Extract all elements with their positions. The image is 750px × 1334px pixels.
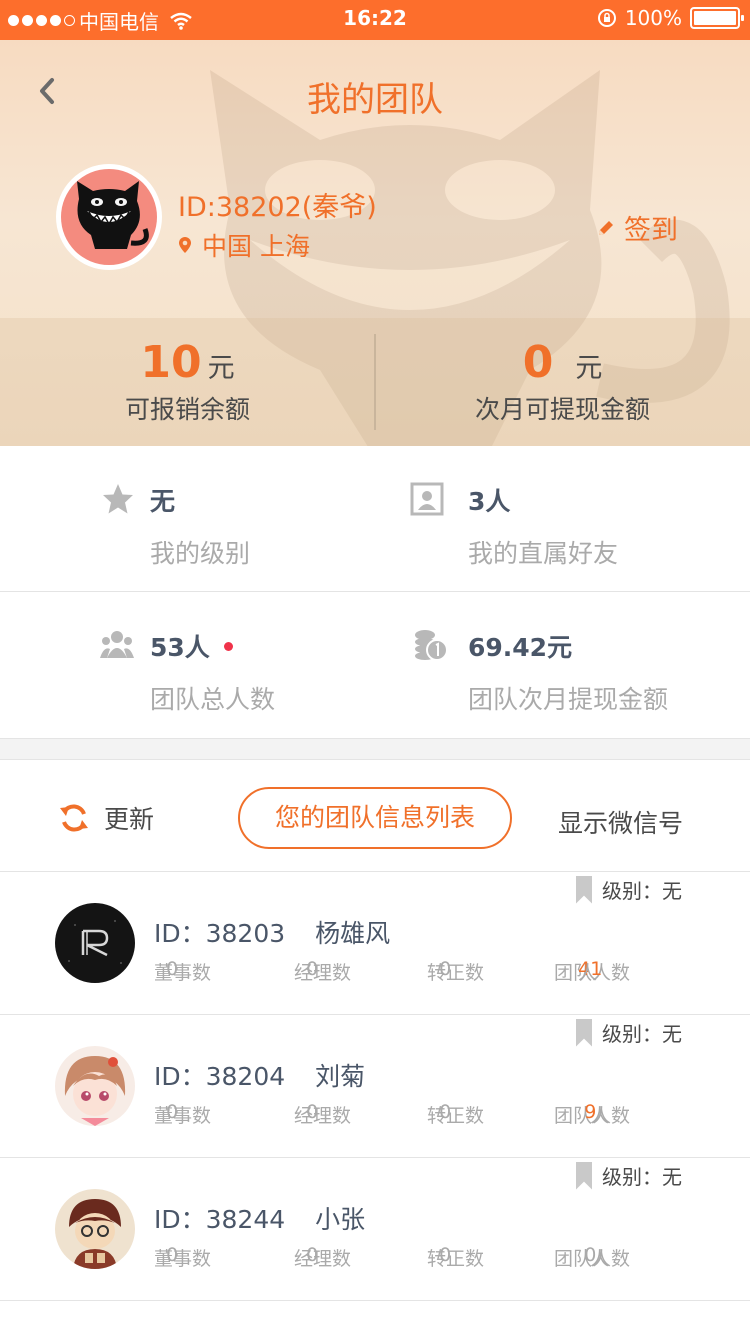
directors-count: 董事数 0 [154, 958, 212, 984]
show-wechat-button[interactable]: 显示微信号 [558, 804, 683, 840]
member-name: 杨雄风 [315, 919, 391, 948]
direct-friends-label: 我的直属好友 [468, 539, 619, 568]
stats-row: 无 我的级别 3人 我的直属好友 [0, 446, 750, 592]
member-id: 38204 [205, 1062, 286, 1091]
team-stats: 无 我的级别 3人 我的直属好友 53人 团队总人数 69.42元 团队次月提现… [0, 446, 750, 738]
profile-header: 我的团队 ID:38202(秦爷) 中国 上海 签到 10 元 可报销余额 0 … [0, 40, 750, 446]
bookmark-icon [576, 1018, 592, 1047]
member-row[interactable]: 级别：无 ID：38244 小张 董事数 0 经理数 0 转正数 0 团队人数 0… [0, 1158, 750, 1301]
member-id: 38244 [205, 1205, 286, 1234]
team-total-value: 53人 [150, 628, 233, 664]
member-identity: ID：38204 刘菊 [154, 1057, 365, 1093]
reimbursable-unit: 元 [207, 353, 235, 384]
member-avatar [55, 1046, 135, 1126]
managers-count: 经理数 0 [294, 958, 352, 984]
level-prefix: 级别： [602, 879, 662, 903]
my-level-stat[interactable]: 无 我的级别 [0, 446, 375, 592]
directors-count: 董事数 0 [154, 1101, 212, 1127]
user-id: ID:38202(秦爷) [178, 192, 377, 223]
group-icon [100, 631, 134, 658]
withdrawable-label: 次月可提现金额 [474, 395, 650, 424]
star-icon [103, 484, 133, 514]
member-level: 级别：无 [576, 1018, 682, 1047]
location-pin-icon [179, 237, 191, 253]
reimbursable-amount: 10 [140, 337, 202, 388]
id-prefix: ID： [154, 1062, 206, 1091]
team-list-tab[interactable]: 您的团队信息列表 [238, 787, 512, 849]
checkin-button[interactable]: 签到 [596, 208, 678, 247]
rotation-lock-icon [597, 9, 616, 27]
direct-friends-stat[interactable]: 3人 我的直属好友 [375, 446, 750, 592]
bookmark-icon [576, 1161, 592, 1190]
id-prefix: ID： [154, 1205, 206, 1234]
member-avatar [55, 1189, 135, 1269]
member-identity: ID：38244 小张 [154, 1200, 365, 1236]
level-prefix: 级别： [602, 1165, 662, 1189]
member-id: 38203 [205, 919, 286, 948]
directors-count: 董事数 0 [154, 1244, 212, 1270]
stats-row: 53人 团队总人数 69.42元 团队次月提现金额 [0, 592, 750, 738]
level-value: 无 [662, 1165, 682, 1189]
withdrawable-unit: 元 [575, 353, 603, 384]
my-level-value: 无 [150, 487, 176, 516]
page-title: 我的团队 [307, 80, 443, 120]
member-level: 级别：无 [576, 1161, 682, 1190]
section-divider [0, 738, 750, 760]
regulars-count: 转正数 0 [427, 1244, 485, 1270]
black-cat-avatar-icon [77, 181, 149, 249]
team-size-count: 团队人数 0 人 [554, 1244, 631, 1270]
balance-bar: 10 元 可报销余额 0元 次月可提现金额 [0, 318, 750, 446]
member-level: 级别：无 [576, 875, 682, 904]
level-value: 无 [662, 879, 682, 903]
team-size-count: 团队人数 41 人 [554, 958, 631, 984]
refresh-icon [60, 804, 88, 832]
team-total-number: 53人 [150, 633, 210, 662]
member-row[interactable]: 级别：无 ID：38203 杨雄风 董事数 0 经理数 0 转正数 0 团队人数 … [0, 872, 750, 1015]
battery-percent: 100% [624, 6, 682, 30]
withdrawable-amount: 0 [522, 337, 554, 388]
next-month-withdrawable[interactable]: 0元 次月可提现金额 [375, 318, 750, 446]
regulars-count: 转正数 0 [427, 1101, 485, 1127]
member-avatar [55, 903, 135, 983]
bookmark-icon [576, 875, 592, 904]
cartoon-boy-avatar-icon [55, 1189, 135, 1269]
coins-icon [415, 630, 448, 661]
team-withdraw-value: 69.42元 [468, 633, 573, 662]
member-name: 小张 [315, 1205, 366, 1234]
level-value: 无 [662, 1022, 682, 1046]
direct-friends-value: 3人 [468, 487, 511, 516]
member-name: 刘菊 [315, 1062, 366, 1091]
team-size-count: 团队人数 9 人 [554, 1101, 631, 1127]
anime-girl-avatar-icon [55, 1046, 135, 1126]
status-bar: 中国电信 16:22 100% [0, 0, 750, 40]
battery-icon [690, 7, 744, 29]
id-prefix: ID： [154, 919, 206, 948]
my-level-label: 我的级别 [150, 539, 251, 568]
reimbursable-balance[interactable]: 10 元 可报销余额 [0, 318, 375, 446]
member-identity: ID：38203 杨雄风 [154, 914, 390, 950]
new-badge-dot [223, 641, 233, 651]
team-total-stat[interactable]: 53人 团队总人数 [0, 592, 375, 738]
regulars-count: 转正数 0 [427, 958, 485, 984]
user-location: 中国 上海 [178, 227, 310, 263]
refresh-label: 更新 [104, 805, 155, 834]
level-prefix: 级别： [602, 1022, 662, 1046]
team-withdraw-stat[interactable]: 69.42元 团队次月提现金额 [375, 592, 750, 738]
member-row[interactable]: 级别：无 ID：38204 刘菊 董事数 0 经理数 0 转正数 0 团队人数 9… [0, 1015, 750, 1158]
contact-card-icon [410, 482, 444, 516]
battery-area: 100% [597, 6, 744, 30]
checkin-label: 签到 [624, 215, 678, 246]
dark-logo-avatar-icon [55, 903, 135, 983]
refresh-button[interactable]: 更新 [58, 800, 154, 836]
reimbursable-label: 可报销余额 [124, 395, 250, 424]
location-text: 中国 上海 [202, 232, 310, 261]
team-total-label: 团队总人数 [150, 685, 276, 714]
pencil-icon [599, 220, 613, 235]
managers-count: 经理数 0 [294, 1101, 352, 1127]
user-avatar[interactable] [56, 164, 162, 270]
team-withdraw-label: 团队次月提现金额 [468, 685, 669, 714]
list-toolbar: 更新 您的团队信息列表 显示微信号 [0, 760, 750, 872]
managers-count: 经理数 0 [294, 1244, 352, 1270]
